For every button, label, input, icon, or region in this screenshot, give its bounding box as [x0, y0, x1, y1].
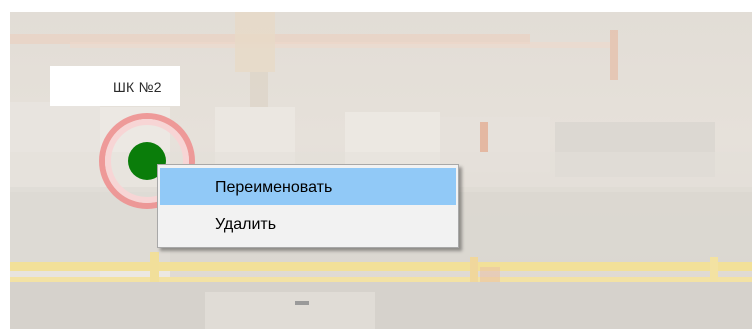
menu-item-rename-label: Переименовать [215, 179, 333, 196]
menu-item-delete[interactable]: Удалить [160, 205, 456, 242]
context-menu: Переименовать Удалить [157, 164, 459, 248]
app-canvas: ШК №2 Переименовать Удалить [0, 0, 752, 329]
marker-label: ШК №2 [113, 79, 162, 95]
menu-item-delete-label: Удалить [215, 216, 277, 233]
menu-item-rename[interactable]: Переименовать [160, 168, 456, 205]
